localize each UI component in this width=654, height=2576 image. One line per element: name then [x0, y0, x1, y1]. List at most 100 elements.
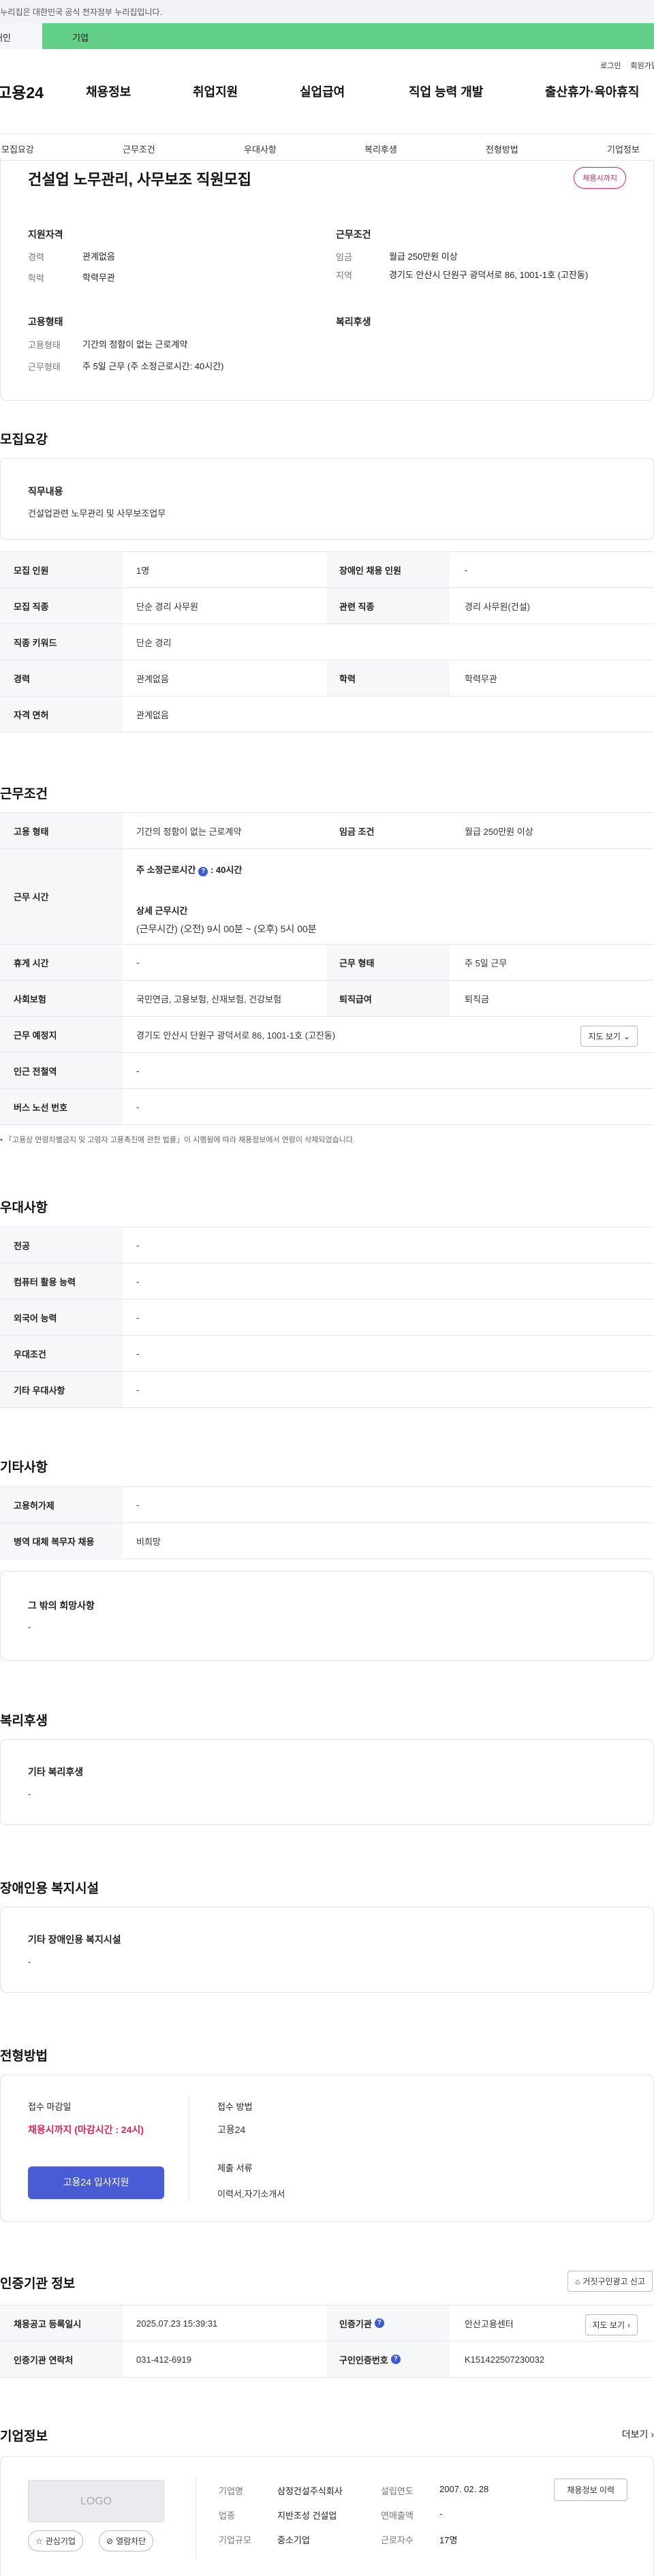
lnb-item-selection[interactable]: 전형방법 — [486, 142, 518, 155]
table-row: 병역 대체 복무자 채용 비희망 — [0, 1523, 654, 1559]
pref-title: 우대사항 — [0, 1201, 48, 1215]
report-button[interactable]: ⌂ 거짓구인광고 신고 — [567, 2271, 653, 2292]
lnb-item-company[interactable]: 기업정보 — [607, 142, 640, 155]
table-row: 직종 키워드 단순 경리 — [0, 624, 654, 660]
gnb-menu-jobs[interactable]: 채용정보 — [86, 82, 131, 100]
history-button[interactable]: 채용정보 이력 — [554, 2479, 627, 2501]
info-icon[interactable]: ? — [390, 2355, 401, 2364]
tab-company[interactable]: 기업 — [42, 23, 153, 49]
company-sales-label: 연매출액 — [381, 2511, 414, 2521]
lnb-item-recruit[interactable]: 모집요강 — [1, 142, 34, 155]
deadline-badge: 채용시까지 — [574, 167, 626, 189]
row-value: - — [465, 564, 468, 575]
section-nav: 모집요강 근무조건 우대사항 복리후생 전형방법 기업정보 — [0, 134, 654, 161]
row-label: 모집 직종 — [0, 588, 123, 624]
row-value: 퇴직금 — [465, 994, 489, 1005]
tab-personal[interactable]: 개인 — [0, 23, 42, 49]
disabled-box-value: - — [28, 1957, 31, 1967]
row-label: 근무 예정지 — [0, 1017, 123, 1052]
welfare-box-value: - — [28, 1789, 31, 1799]
detail-hours-label: 상세 근무시간 — [136, 906, 188, 916]
table-row: 휴게 시간 - 근무 형태 주 5일 근무 — [0, 945, 654, 981]
row-label: 직종 키워드 — [0, 624, 123, 660]
career-value: 관계없음 — [82, 251, 115, 262]
row-label: 외국어 능력 — [0, 1300, 123, 1335]
gnb-menu-benefit[interactable]: 실업급여 — [300, 82, 345, 100]
disabled-box-heading: 기타 장애인용 복지시설 — [28, 1934, 121, 1945]
company-sales-value: - — [439, 2509, 443, 2519]
signup-link[interactable]: 회원가입 — [631, 60, 654, 76]
lnb-item-workcond[interactable]: 근무조건 — [123, 142, 155, 155]
gnb-menu-support[interactable]: 취업지원 — [193, 82, 238, 100]
row-label: 버스 노선 번호 — [0, 1089, 123, 1124]
cond-heading: 근무조건 — [336, 229, 371, 240]
table-row: 사회보험 국민연금, 고용보험, 산재보험, 건강보험 퇴직급여 퇴직금 — [0, 981, 654, 1017]
welfare-title: 복리후생 — [0, 1714, 48, 1728]
company-size-label: 기업규모 — [219, 2535, 251, 2545]
row-label: 고용 형태 — [0, 813, 123, 848]
row-label: 인증기관 연락처 — [0, 2342, 123, 2377]
table-row: 모집 직종 단순 경리 사무원 관련 직종 경리 사무원(건설) — [0, 588, 654, 624]
company-emp-label: 근로자수 — [381, 2535, 414, 2545]
row-label: 기타 우대사항 — [0, 1372, 123, 1407]
row-value: - — [136, 1499, 140, 1510]
info-icon[interactable]: ? — [374, 2318, 384, 2328]
block-button[interactable]: ⊘ 열람차단 — [99, 2530, 154, 2551]
duty-box: 직무내용 건설업관련 노무관리 및 사무보조업무 — [0, 458, 654, 540]
row-value: 기간의 정함이 없는 근로계약 — [136, 826, 242, 837]
docs-value: 이력서,자기소개서 — [217, 2189, 285, 2199]
row-label: 전공 — [0, 1227, 123, 1263]
site-logo[interactable]: 고용24 — [0, 80, 82, 103]
welfare-heading: 복리후생 — [336, 316, 371, 327]
workcond-title: 근무조건 — [0, 787, 48, 801]
company-size-value: 중소기업 — [277, 2535, 310, 2545]
apply-button[interactable]: 고용24 입사지원 — [28, 2166, 164, 2199]
gnb-menu-leave[interactable]: 출산휴가·육아휴직 — [545, 82, 639, 100]
table-row: 인증기관 연락처 031-412-6919 구인인증번호? K151422507… — [0, 2342, 654, 2378]
info-icon[interactable]: ? — [198, 867, 208, 876]
duty-heading: 직무내용 — [28, 486, 63, 497]
usertype-tabs: 개인 기업 — [0, 23, 654, 49]
login-link[interactable]: 로그인 — [600, 60, 621, 76]
recruit-title: 모집요강 — [0, 433, 48, 447]
chevron-right-icon: › — [627, 2320, 630, 2330]
company-emp-value: 17명 — [439, 2535, 458, 2545]
row-label: 학력 — [327, 660, 450, 696]
table-row: 버스 노선 번호 - — [0, 1089, 654, 1125]
row-label: 인근 전철역 — [0, 1053, 123, 1088]
row-value: - — [136, 1312, 140, 1323]
region-value: 경기도 안산시 단원구 광덕서로 86, 1001-1호 (고잔동) — [389, 270, 589, 280]
util-links: 로그인 회원가입 — [600, 60, 654, 76]
company-year-label: 설립연도 — [381, 2486, 414, 2496]
lnb-item-pref[interactable]: 우대사항 — [244, 142, 277, 155]
row-value: - — [136, 957, 140, 968]
weekly-hours-value: : 40시간 — [210, 865, 243, 875]
table-row: 경력 관계없음 학력 학력무관 — [0, 660, 654, 696]
row-label: 퇴직급여 — [327, 981, 450, 1016]
more-link[interactable]: 더보기 › — [622, 2427, 654, 2441]
map-button[interactable]: 지도 보기 ⌄ — [580, 1026, 638, 1047]
row-label: 고용허가제 — [0, 1487, 123, 1522]
row-label: 채용공고 등록일시 — [0, 2305, 123, 2341]
row-label: 구인인증번호? — [327, 2342, 450, 2377]
career-label: 경력 — [28, 252, 44, 262]
company-box: LOGO ☆ 관심기업 ⊘ 열람차단 기업명 삼정건설주식회사 설립연도 2007.… — [0, 2456, 654, 2576]
row-value: 주 5일 근무 — [465, 957, 508, 968]
star-icon: ☆ — [35, 2536, 43, 2546]
row-value: - — [136, 1276, 140, 1287]
edu-label: 학력 — [28, 273, 44, 283]
wage-label: 임금 — [336, 252, 352, 262]
row-label: 휴게 시간 — [0, 945, 123, 980]
gnb-menu-training[interactable]: 직업 능력 개발 — [409, 82, 483, 100]
lnb-item-welfare[interactable]: 복리후생 — [364, 142, 397, 155]
row-label: 인증기관? — [327, 2305, 450, 2341]
row-value: 031-412-6919 — [136, 2354, 191, 2365]
etc-table: 고용허가제 - 병역 대체 복무자 채용 비희망 — [0, 1486, 654, 1559]
welfare-box-heading: 기타 복리후생 — [28, 1766, 84, 1777]
table-row: 근무 시간 주 소정근로시간? : 40시간 상세 근무시간 (근무시간) (오… — [0, 849, 654, 945]
cert-map-button[interactable]: 지도 보기 › — [585, 2314, 638, 2335]
row-value: - — [136, 1240, 140, 1251]
deadline-value: 채용시까지 (마감시간 : 24시) — [28, 2124, 144, 2135]
favorite-button[interactable]: ☆ 관심기업 — [28, 2530, 83, 2551]
job-summary-card: 건설업 노무관리, 사무보조 직원모집 채용시까지 지원자격 경력 관계없음 학력… — [0, 158, 654, 401]
